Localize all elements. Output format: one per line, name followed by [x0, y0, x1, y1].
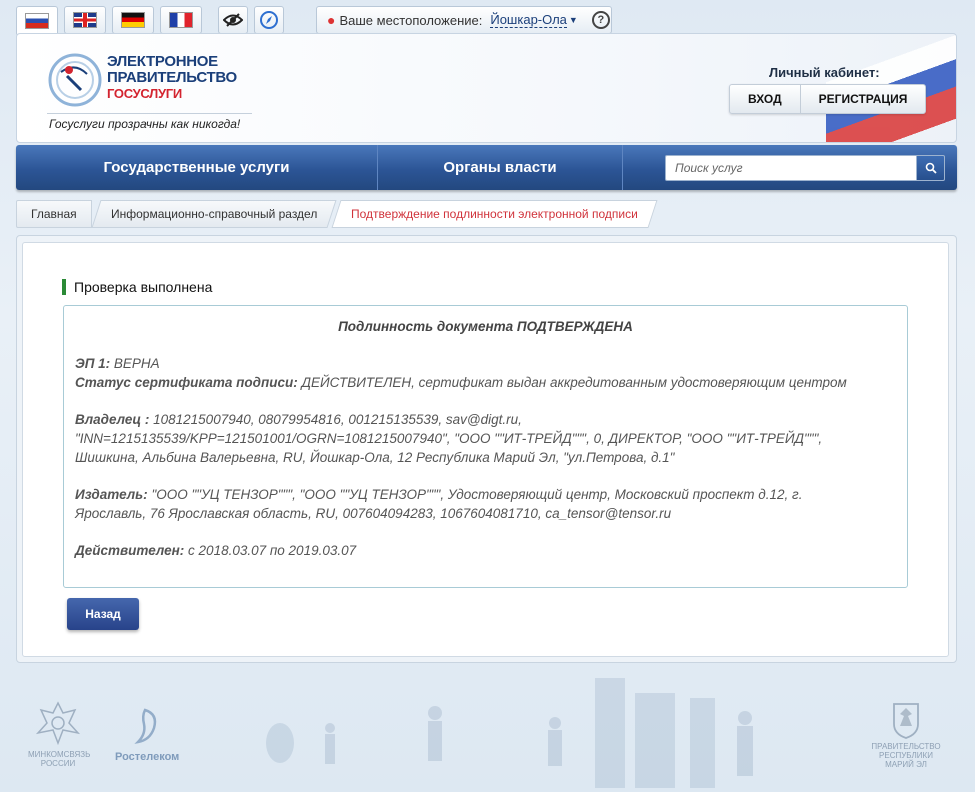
gov-line-1: ПРАВИТЕЛЬСТВО — [868, 742, 944, 751]
gov-line-2: РЕСПУБЛИКИ — [868, 751, 944, 760]
minkomsvyaz-logo[interactable]: МИНКОМСВЯЗЬ РОССИИ — [28, 698, 88, 768]
validity-label: Действителен: — [75, 543, 184, 558]
nav-gov-services[interactable]: Государственные услуги — [16, 145, 378, 190]
language-russian[interactable] — [16, 6, 58, 36]
logo-text: ЭЛЕКТРОННОЕ ПРАВИТЕЛЬСТВО ГОСУСЛУГИ — [107, 54, 237, 102]
owner-line-2: "INN=1215135539/KPP=121501001/OGRN=10812… — [75, 429, 900, 448]
breadcrumb-label: Информационно-справочный раздел — [111, 207, 317, 221]
search-button[interactable] — [917, 155, 945, 181]
logo-line-2: ПРАВИТЕЛЬСТВО — [107, 70, 237, 86]
verification-result: Подлинность документа ПОДТВЕРЖДЕНА ЭП 1:… — [63, 305, 908, 588]
city-silhouettes-decoration — [250, 668, 850, 792]
language-english[interactable] — [64, 6, 106, 34]
location-pin-icon: ● — [327, 12, 335, 28]
cert-status-label: Статус сертификата подписи: — [75, 375, 298, 390]
breadcrumb-label: Главная — [31, 207, 77, 221]
owner-line-3: Шишкина, Альбина Валерьевна, RU, Йошкар-… — [75, 448, 900, 467]
result-title: Подлинность документа ПОДТВЕРЖДЕНА — [64, 319, 907, 334]
back-button[interactable]: Назад — [67, 598, 139, 630]
france-flag-icon — [169, 12, 193, 28]
slogan: Госуслуги прозрачны как никогда! — [49, 117, 240, 131]
owner-line-1: Владелец : 1081215007940, 08079954816, 0… — [75, 410, 900, 429]
breadcrumb-info-section[interactable]: Информационно-справочный раздел — [91, 200, 336, 228]
search-input[interactable] — [665, 155, 917, 181]
accessibility-button[interactable] — [218, 6, 248, 34]
issuer-line-1: Издатель: "ООО ""УЦ ТЕНЗОР""", "ООО ""УЦ… — [75, 485, 900, 504]
signature-value: ВЕРНА — [110, 356, 160, 371]
location-selector: ● Ваше местоположение: Йошкар-Ола ▼ ? — [316, 6, 612, 34]
compass-icon — [260, 11, 278, 29]
language-bar — [16, 6, 284, 34]
breadcrumb-home[interactable]: Главная — [16, 200, 92, 228]
nav-authorities[interactable]: Органы власти — [378, 145, 623, 190]
minkomsvyaz-line-2: РОССИИ — [28, 759, 88, 768]
issuer-value: "ООО ""УЦ ТЕНЗОР""", "ООО ""УЦ ТЕНЗОР"""… — [148, 487, 803, 502]
language-german[interactable] — [112, 6, 154, 34]
accessibility-eye-icon — [223, 13, 243, 27]
footer: МИНКОМСВЯЗЬ РОССИИ Ростелеком ПРАВИТЕЛЬС… — [0, 668, 975, 792]
minkomsvyaz-line-1: МИНКОМСВЯЗЬ — [28, 750, 88, 759]
breadcrumb-current: Подтверждение подлинности электронной по… — [331, 200, 657, 228]
russian-eagle-emblem-icon — [33, 698, 83, 748]
rostelecom-logo-text[interactable]: Ростелеком — [115, 751, 179, 763]
cabinet-label: Личный кабинет: — [769, 65, 880, 80]
mari-el-gov-logo[interactable]: ПРАВИТЕЛЬСТВО РЕСПУБЛИКИ МАРИЙ ЭЛ — [868, 700, 944, 769]
issuer-label: Издатель: — [75, 487, 148, 502]
cert-status-value: ДЕЙСТВИТЕЛЕН, сертификат выдан аккредито… — [298, 375, 847, 390]
logo-line-3: ГОСУСЛУГИ — [107, 86, 237, 102]
validity-line: Действителен: с 2018.03.07 по 2019.03.07 — [75, 541, 900, 560]
rostelecom-logo-icon[interactable] — [128, 706, 162, 746]
main-navigation: Государственные услуги Органы власти — [16, 145, 957, 190]
mari-el-coat-of-arms-icon — [890, 700, 922, 740]
search-area — [623, 145, 957, 190]
location-label: Ваше местоположение: — [339, 13, 482, 28]
login-button[interactable]: ВХОД — [730, 85, 800, 113]
language-french[interactable] — [160, 6, 202, 34]
issuer-line-2: Ярославль, 76 Ярославская область, RU, 0… — [75, 504, 900, 523]
germany-flag-icon — [121, 12, 145, 28]
compass-button[interactable] — [254, 6, 284, 34]
search-icon — [925, 162, 937, 174]
breadcrumb-label: Подтверждение подлинности электронной по… — [351, 207, 638, 221]
verification-status: Проверка выполнена — [62, 279, 212, 295]
russia-flag-icon — [25, 13, 49, 29]
cert-status-line: Статус сертификата подписи: ДЕЙСТВИТЕЛЕН… — [75, 373, 900, 392]
validity-value: с 2018.03.07 по 2019.03.07 — [184, 543, 356, 558]
site-header: ЭЛЕКТРОННОЕ ПРАВИТЕЛЬСТВО ГОСУСЛУГИ Госу… — [16, 33, 957, 143]
chevron-down-icon[interactable]: ▼ — [569, 15, 578, 25]
signature-line: ЭП 1: ВЕРНА — [75, 354, 900, 373]
divider — [47, 113, 252, 114]
breadcrumb: Главная Информационно-справочный раздел … — [16, 200, 657, 228]
gov-line-3: МАРИЙ ЭЛ — [868, 760, 944, 769]
signature-label: ЭП 1: — [75, 356, 110, 371]
uk-flag-icon — [73, 12, 97, 28]
register-button[interactable]: РЕГИСТРАЦИЯ — [800, 85, 926, 113]
auth-buttons: ВХОД РЕГИСТРАЦИЯ — [729, 84, 926, 114]
city-link[interactable]: Йошкар-Ола — [490, 12, 567, 28]
logo-line-1: ЭЛЕКТРОННОЕ — [107, 54, 237, 70]
gosuslugi-logo-icon[interactable] — [47, 52, 103, 108]
owner-label: Владелец : — [75, 412, 149, 427]
help-icon[interactable]: ? — [592, 11, 610, 29]
owner-value: 1081215007940, 08079954816, 001215135539… — [149, 412, 522, 427]
